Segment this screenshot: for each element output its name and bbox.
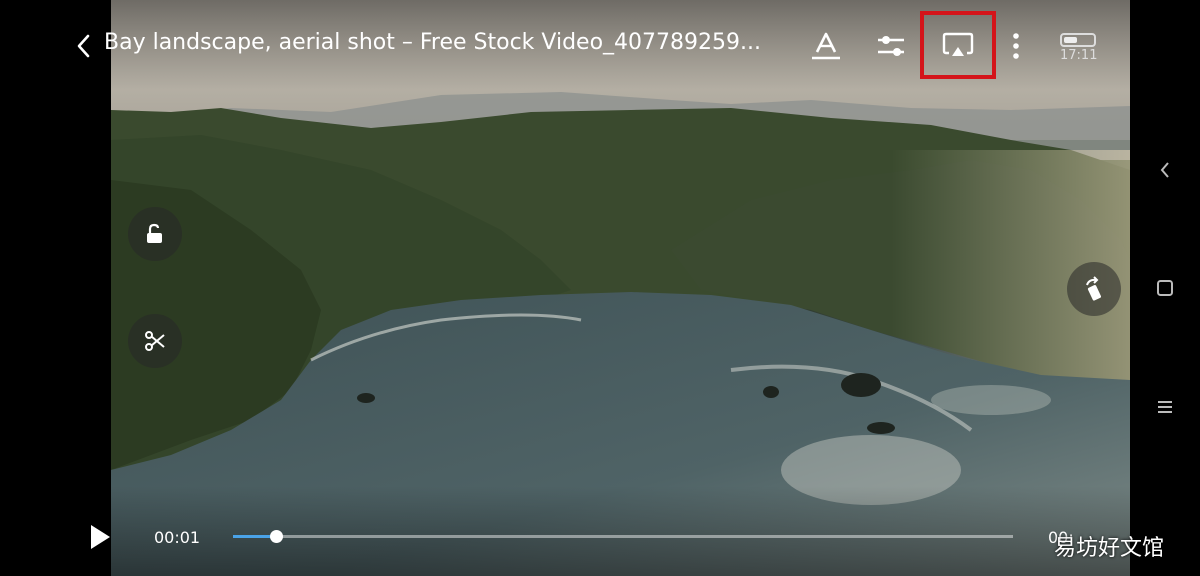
progress-bar[interactable] — [233, 530, 1013, 543]
watermark: 易坊好文馆 — [1054, 536, 1165, 561]
more-options-button[interactable] — [998, 28, 1034, 64]
battery-icon — [1060, 33, 1096, 47]
more-vertical-icon — [1013, 33, 1019, 59]
clip-button[interactable] — [128, 314, 182, 368]
play-button[interactable] — [86, 522, 116, 552]
subtitle-button[interactable] — [808, 28, 844, 64]
nav-menu-button[interactable] — [1150, 392, 1180, 422]
bottom-gradient — [111, 486, 1130, 576]
rotate-icon — [1086, 276, 1101, 301]
status-time: 17:11 — [1060, 48, 1098, 63]
progress-thumb[interactable] — [269, 530, 283, 543]
video-title: Bay landscape, aerial shot – Free Stock … — [104, 30, 762, 55]
chevron-left-icon — [77, 34, 90, 58]
back-button[interactable] — [70, 30, 98, 62]
nav-home-button[interactable] — [1150, 273, 1180, 303]
nav-home-icon — [1157, 280, 1173, 296]
sliders-icon — [878, 36, 904, 56]
cast-highlight-box — [920, 11, 996, 79]
video-frame[interactable] — [111, 0, 1130, 576]
nav-back-button[interactable] — [1150, 155, 1180, 185]
unlock-icon — [147, 223, 162, 243]
nav-menu-icon — [1158, 401, 1172, 413]
nav-back-icon — [1160, 162, 1169, 178]
left-black-bar — [0, 0, 111, 576]
settings-button[interactable] — [873, 28, 909, 64]
scissors-icon — [145, 331, 165, 351]
play-icon — [91, 525, 110, 549]
rotate-button[interactable] — [1067, 262, 1121, 316]
lock-button[interactable] — [128, 207, 182, 261]
text-format-icon — [812, 32, 840, 60]
current-time: 00:01 — [154, 528, 201, 547]
battery-level — [1064, 37, 1077, 43]
